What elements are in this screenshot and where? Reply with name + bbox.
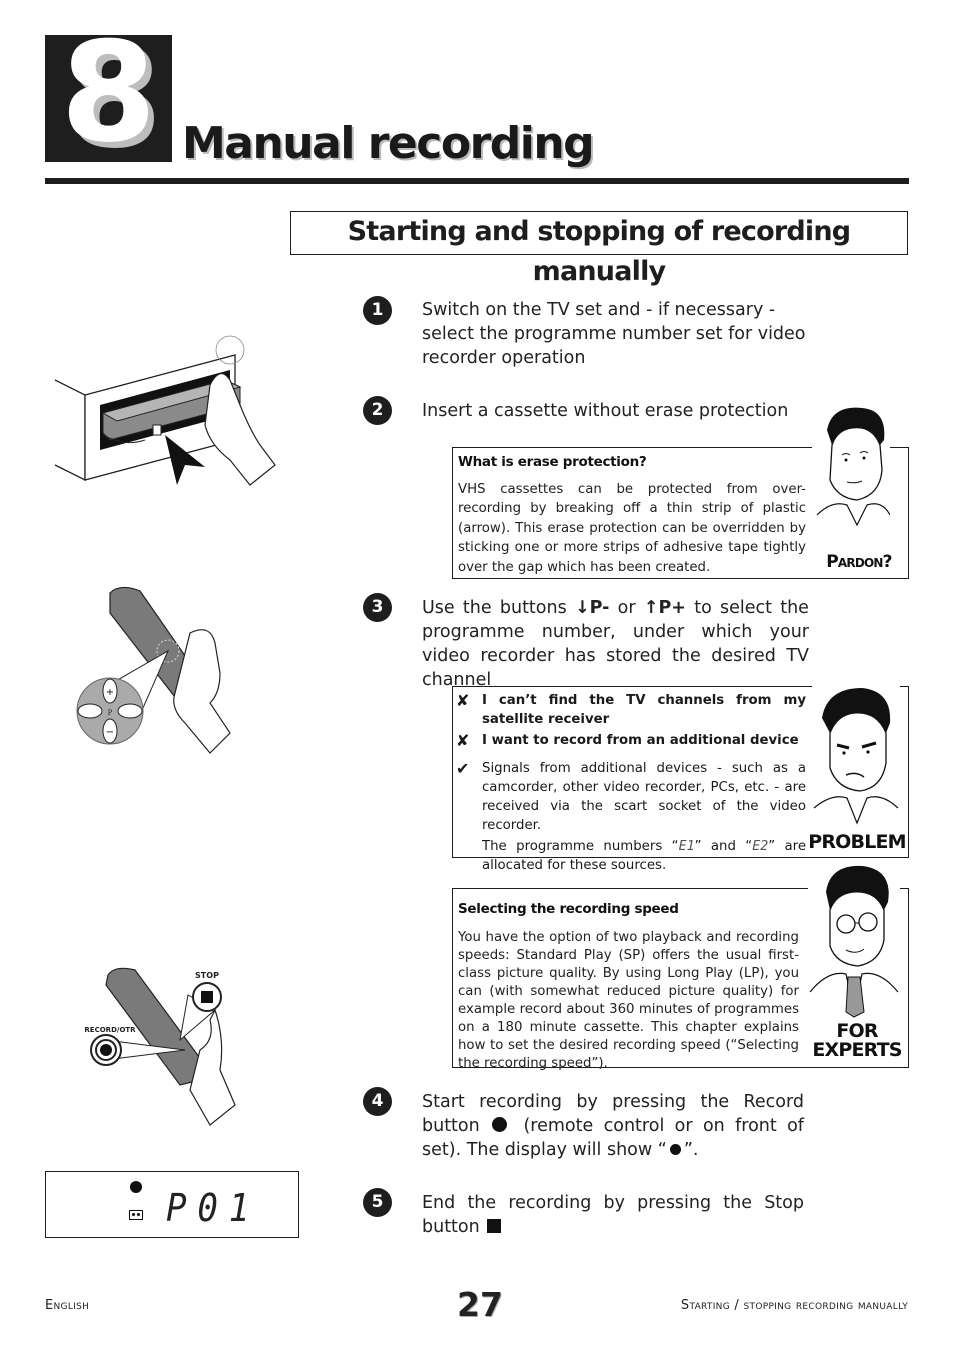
step-4-text: Start recording by pressing the Record b… [422,1092,804,1160]
section-title-box: Starting and stopping of recording manua… [290,211,908,287]
p-plus-button-label: ↑P+ [643,598,686,618]
pardon-body: VHS cassettes can be protected from over… [458,482,806,575]
step-3-text: Use the buttons ↓P- or ↑P+ to select the… [422,598,809,690]
keypad-label: P [108,709,113,717]
experts-heading: Selecting the recording speed [458,901,679,917]
step-number-3: 3 [363,593,392,622]
remote-record-stop-illustration: STOP RECORD/OTR [60,940,270,1140]
pardon-cartoon [812,400,890,550]
solution-note: The programme numbers “E1” and “E2” are … [482,839,807,873]
stop-label: STOP [195,971,219,980]
step-number-2: 2 [363,396,392,425]
problem-item: ✘ I want to record from an additional de… [456,731,799,750]
problem-cartoon [812,683,900,831]
footer-section-title: Starting / stopping recording manually [680,1298,908,1313]
chapter-number-box: 8 [45,23,172,163]
problem-badge: PROBLEM [808,831,906,853]
remote-keypad-illustration: + − P [70,583,270,768]
cassette-icon [129,1210,143,1220]
title-divider [45,178,909,184]
experts-body: You have the option of two playback and … [458,930,799,1071]
pardon-heading: What is erase protection? [458,454,647,470]
vcr-display: P01 [45,1171,299,1238]
step-number-4: 4 [363,1087,392,1116]
svg-text:+: + [106,687,114,698]
record-dot-icon [492,1117,508,1132]
page-title: Manual recording [182,118,595,169]
step-1-text: Switch on the TV set and - if necessary … [422,300,806,368]
step-2-text: Insert a cassette without erase protecti… [422,401,789,421]
section-title: Starting and stopping of recording manua… [347,216,851,287]
step-number-5: 5 [363,1188,392,1217]
problem-list: ✘ I can’t find the TV channels from my s… [456,691,806,875]
arrow-down-icon: ↓ [574,598,590,618]
cross-icon: ✘ [456,731,470,750]
record-dot-icon [669,1144,681,1155]
step-5-text: End the recording by pressing the Stop b… [422,1193,804,1237]
experts-cartoon [808,862,900,1022]
page-number: 27 [457,1285,503,1324]
problem-item: ✘ I can’t find the TV channels from my s… [456,691,806,727]
arrow-up-icon: ↑ [643,598,659,618]
cassette-insert-illustration [45,335,300,505]
stop-square-icon [487,1219,502,1233]
check-icon: ✔ [456,759,470,778]
cross-icon: ✘ [456,691,470,710]
display-code-e2: E2 [752,839,769,854]
record-indicator-icon [130,1181,142,1193]
footer-language: English [45,1298,90,1313]
p-minus-button-label: ↓P- [574,598,610,618]
solution-item: ✔ Signals from additional devices - such… [456,759,806,833]
chapter-number: 8 [60,12,157,173]
svg-text:−: − [106,727,114,738]
pardon-badge: Pardon? [826,552,892,572]
record-label: RECORD/OTR [84,1026,136,1034]
step-number-1: 1 [363,296,392,325]
experts-badge: FOR EXPERTS [812,1020,902,1061]
display-code-e1: E1 [678,839,695,854]
display-readout: P01 [166,1186,261,1230]
